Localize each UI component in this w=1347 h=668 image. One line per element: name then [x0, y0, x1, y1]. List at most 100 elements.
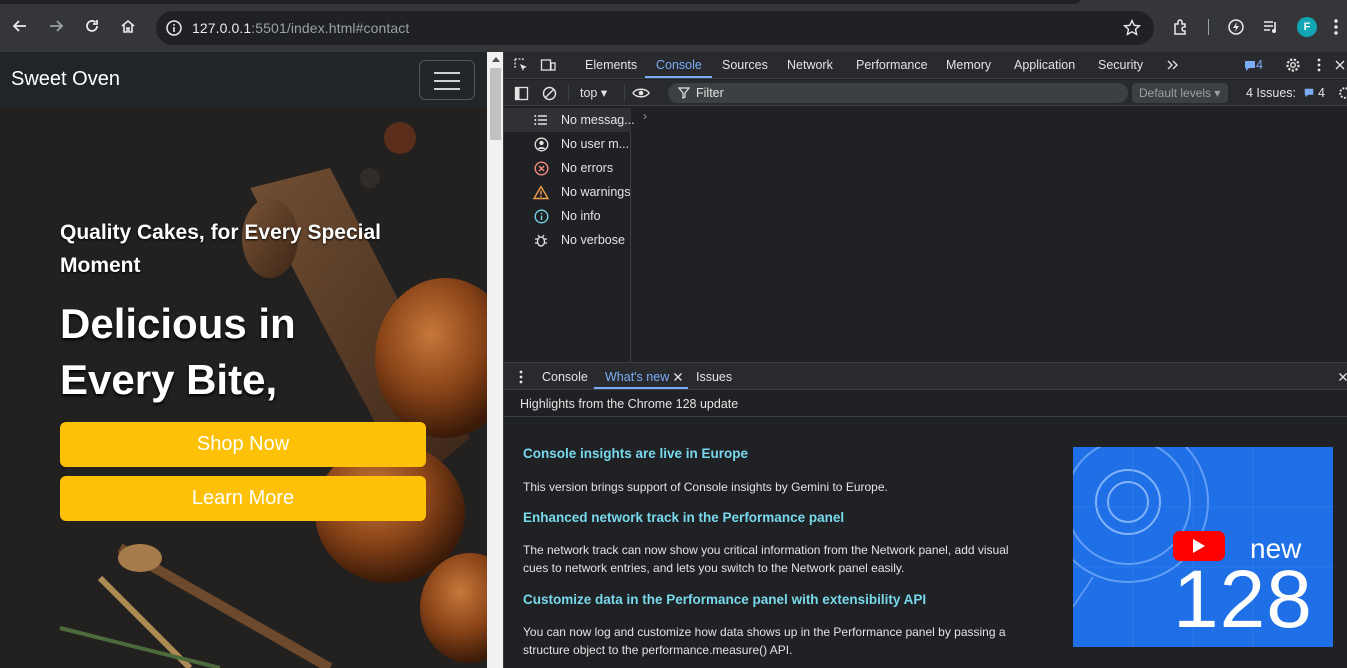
scrollbar-thumb[interactable]	[490, 68, 501, 140]
sidebar-item-label: No errors	[561, 161, 614, 175]
scroll-up-icon[interactable]	[492, 57, 500, 62]
drawer-tab-bar: Console What's new Issues	[504, 362, 1347, 390]
promo-version-number: 128	[1173, 554, 1313, 645]
devtools-menu-icon[interactable]	[1310, 56, 1328, 74]
warning-icon	[533, 184, 549, 200]
sidebar-item-errors[interactable]: No errors	[504, 156, 631, 180]
hero-title: Delicious in Every Bite,	[60, 296, 440, 408]
hero-section: Quality Cakes, for Every Special Moment …	[0, 108, 487, 668]
sidebar-item-info[interactable]: No info	[504, 204, 631, 228]
error-icon	[533, 160, 549, 176]
whats-new-heading-3[interactable]: Customize data in the Performance panel …	[523, 592, 926, 607]
learn-more-button[interactable]: Learn More	[60, 476, 426, 521]
drawer-tab-issues[interactable]: Issues	[696, 370, 732, 384]
issues-summary-label: 4 Issues:	[1246, 86, 1297, 100]
extensions-icon[interactable]	[1170, 16, 1192, 38]
site-navbar: Sweet Oven	[0, 52, 487, 108]
console-settings-gear-icon[interactable]	[1336, 84, 1347, 102]
log-levels-dropdown[interactable]: Default levels ▾	[1132, 83, 1228, 103]
close-tab-icon[interactable]	[669, 368, 687, 386]
info-icon	[533, 208, 549, 224]
page-scrollbar[interactable]	[487, 52, 504, 668]
url-text: 127.0.0.1:5501/index.html#contact	[192, 20, 409, 36]
toolbar-divider	[624, 84, 625, 102]
tab-performance[interactable]: Performance	[856, 58, 928, 72]
url-path: :5501/index.html#contact	[251, 20, 410, 36]
issues-badge-count[interactable]: 4	[1256, 58, 1263, 72]
sidebar-item-messages[interactable]: No messag...	[504, 108, 635, 132]
hamburger-icon	[434, 72, 460, 74]
navbar-toggler-button[interactable]	[419, 60, 475, 100]
clear-console-icon[interactable]	[540, 84, 558, 102]
context-label: top	[580, 86, 598, 100]
site-info-icon[interactable]	[164, 18, 184, 38]
inspect-element-icon[interactable]	[512, 56, 530, 74]
issues-counter[interactable]: 4 Issues: 4	[1246, 86, 1325, 100]
console-sidebar: No messag... No user m... No errors No w…	[504, 107, 635, 362]
whats-new-body-2: The network track can now show you criti…	[523, 543, 1009, 575]
settings-gear-icon[interactable]	[1284, 56, 1302, 74]
sidebar-item-label: No verbose	[561, 233, 625, 247]
user-icon	[533, 136, 549, 152]
home-icon[interactable]	[114, 12, 142, 40]
reload-icon[interactable]	[78, 12, 106, 40]
console-filter-input[interactable]: Filter	[668, 83, 1128, 103]
tab-memory[interactable]: Memory	[946, 58, 991, 72]
extension-bolt-icon[interactable]	[1225, 16, 1247, 38]
hero-title-line2: Every Bite,	[60, 356, 278, 403]
hero-title-line1: Delicious in	[60, 300, 296, 347]
back-icon[interactable]	[6, 12, 34, 40]
site-brand[interactable]: Sweet Oven	[11, 68, 120, 91]
tab-application[interactable]: Application	[1014, 58, 1075, 72]
toolbar-divider	[1208, 19, 1209, 35]
drawer-tab-whats-new[interactable]: What's new	[605, 370, 669, 384]
whats-new-heading-2[interactable]: Enhanced network track in the Performanc…	[523, 510, 844, 525]
active-tab-indicator	[645, 76, 712, 78]
more-tabs-chevron-icon[interactable]	[1164, 56, 1182, 74]
whats-new-header: Highlights from the Chrome 128 update	[504, 391, 1347, 417]
media-playlist-icon[interactable]	[1260, 16, 1282, 38]
sidebar-item-user-messages[interactable]: No user m...	[504, 132, 631, 156]
drawer-menu-icon[interactable]	[512, 368, 530, 386]
forward-icon[interactable]	[42, 12, 70, 40]
issues-message-icon	[1304, 88, 1313, 98]
chrome-128-video-thumbnail[interactable]: new 128	[1073, 447, 1333, 647]
sidebar-item-label: No info	[561, 209, 601, 223]
address-bar[interactable]: 127.0.0.1:5501/index.html#contact	[156, 11, 1154, 45]
sidebar-toggle-icon[interactable]	[512, 84, 530, 102]
close-devtools-icon[interactable]	[1331, 56, 1347, 74]
tab-console[interactable]: Console	[656, 58, 702, 72]
page-viewport: Sweet Oven Quality Cakes, for Every Spec…	[0, 52, 487, 668]
sidebar-item-label: No warnings	[561, 185, 631, 199]
live-expression-eye-icon[interactable]	[632, 84, 650, 102]
toolbar-divider	[568, 84, 569, 102]
more-menu-icon[interactable]	[1325, 16, 1347, 38]
devtools-panel: Elements Console Sources Network Perform…	[504, 52, 1347, 668]
issues-summary-count: 4	[1318, 86, 1325, 100]
whats-new-body-3: You can now log and customize how data s…	[523, 625, 1006, 657]
sidebar-item-warnings[interactable]: No warnings	[504, 180, 631, 204]
filter-funnel-icon	[678, 87, 690, 99]
filter-placeholder: Filter	[696, 86, 724, 100]
context-selector[interactable]: top ▾	[580, 85, 607, 100]
sidebar-item-label: No user m...	[561, 137, 630, 151]
device-toolbar-icon[interactable]	[539, 56, 557, 74]
sidebar-item-verbose[interactable]: No verbose	[504, 228, 631, 252]
console-prompt-caret-icon[interactable]: ›	[643, 109, 647, 123]
sidebar-item-label: No messag...	[561, 113, 635, 127]
whats-new-highlights: Highlights from the Chrome 128 update	[520, 397, 739, 411]
console-toolbar: top ▾ Filter Default levels ▾ 4 Issues: …	[504, 80, 1347, 106]
drawer-tab-console[interactable]: Console	[542, 370, 588, 384]
tab-security[interactable]: Security	[1098, 58, 1143, 72]
bookmark-star-icon[interactable]	[1122, 18, 1142, 38]
list-icon	[533, 112, 549, 128]
bug-icon	[533, 232, 549, 248]
tab-sources[interactable]: Sources	[722, 58, 768, 72]
whats-new-heading-1[interactable]: Console insights are live in Europe	[523, 446, 748, 461]
profile-avatar[interactable]: F	[1297, 17, 1317, 37]
tab-elements[interactable]: Elements	[585, 58, 637, 72]
close-drawer-icon[interactable]	[1334, 368, 1347, 386]
tab-network[interactable]: Network	[787, 58, 833, 72]
shop-now-button[interactable]: Shop Now	[60, 422, 426, 467]
whats-new-body-1: This version brings support of Console i…	[523, 480, 888, 494]
